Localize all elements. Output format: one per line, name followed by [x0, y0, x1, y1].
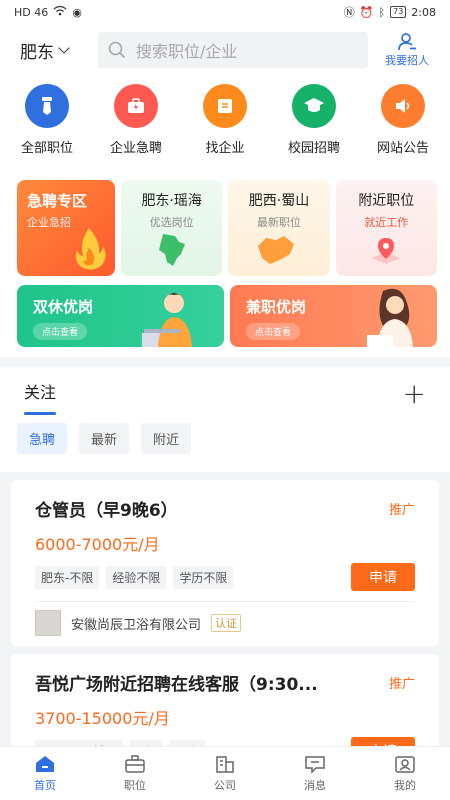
job-tag: 肥东-不限 [35, 565, 100, 589]
speaker-icon [381, 84, 425, 128]
network-indicator: HD 46 [14, 5, 49, 19]
person-add-icon [398, 33, 416, 51]
certified-badge: 认证 [211, 614, 242, 632]
status-bar: HD 46 ◉ Ⓝ ⏰ ᛒ 73 2:08 [0, 0, 450, 24]
battery-icon: 73 [390, 6, 407, 18]
yaohai-subtitle: 优选岗位 [149, 216, 194, 229]
map-region-icon [159, 234, 185, 266]
nav-company[interactable]: 公司 [180, 747, 270, 800]
company-row[interactable]: 安徽尚辰卫浴有限公司 认证 [35, 601, 415, 636]
parttime-view-button[interactable]: 点击查看 [246, 323, 301, 340]
clock: 2:08 [411, 5, 436, 19]
nav-label: 首页 [34, 779, 56, 792]
job-salary: 6000-7000元/月 [35, 535, 160, 554]
category-label: 找企业 [205, 141, 245, 156]
briefcase-icon [114, 84, 158, 128]
graduation-cap-icon [292, 84, 336, 128]
search-placeholder: 搜索职位/企业 [136, 42, 238, 61]
shushan-card[interactable]: 肥西·蜀山 最新职位 [228, 180, 330, 276]
nav-label: 职位 [124, 779, 146, 792]
shushan-subtitle: 最新职位 [256, 216, 301, 229]
alarm-icon: ⏰ [359, 5, 374, 19]
category-find-company[interactable]: 找企业 [186, 84, 264, 174]
yaohai-title: 肥东·瑶海 [141, 193, 202, 209]
urgent-zone-title: 急聘专区 [27, 192, 88, 210]
eye-icon: ◉ [72, 5, 82, 19]
category-label: 企业急聘 [109, 141, 162, 156]
nav-jobs[interactable]: 职位 [90, 747, 180, 800]
city-selector[interactable]: 肥东 [20, 38, 98, 63]
recruit-label: 我要招人 [385, 54, 429, 67]
flame-icon [75, 228, 106, 270]
nav-profile[interactable]: 我的 [360, 747, 450, 800]
nfc-icon: Ⓝ [343, 6, 355, 19]
category-campus[interactable]: 校园招聘 [275, 84, 353, 174]
plus-icon[interactable]: + [403, 377, 426, 410]
nav-label: 消息 [304, 779, 326, 792]
person-illustration-icon [142, 293, 192, 347]
building-icon [216, 756, 234, 773]
filter-chips: 急聘 最新 附近 [0, 419, 450, 472]
book-icon [203, 84, 247, 128]
bluetooth-icon: ᛒ [378, 5, 386, 19]
tab-follow[interactable]: 关注 [24, 367, 57, 419]
apply-button[interactable]: 申请 [351, 563, 415, 591]
weekend-view-button[interactable]: 点击查看 [33, 323, 88, 340]
nav-label: 公司 [214, 779, 236, 792]
filter-nearby[interactable]: 附近 [141, 423, 192, 454]
job-salary: 3700-15000元/月 [35, 709, 170, 728]
parttime-jobs-card[interactable]: 兼职优岗 点击查看 [230, 285, 437, 347]
chevron-down-icon [58, 42, 70, 54]
weekend-jobs-card[interactable]: 双休优岗 点击查看 [17, 285, 224, 347]
woman-illustration-icon [367, 288, 413, 347]
company-logo [35, 610, 61, 636]
nearby-card[interactable]: 附近职位 就近工作 [335, 180, 437, 276]
category-grid: 全部职位 企业急聘 找企业 校园招聘 网站公告 [0, 76, 450, 174]
bottom-nav: 首页 职位 公司 消息 我的 [0, 746, 450, 800]
briefcase-icon [125, 755, 145, 773]
promoted-badge: 推广 [388, 503, 415, 518]
tie-icon [25, 84, 69, 128]
job-card[interactable]: 仓管员（早9晚6） 推广 6000-7000元/月 肥东-不限 经验不限 学历不… [11, 480, 439, 646]
job-list: 仓管员（早9晚6） 推广 6000-7000元/月 肥东-不限 经验不限 学历不… [0, 480, 450, 775]
wifi-icon [53, 5, 67, 19]
job-tag: 学历不限 [173, 565, 234, 589]
promo-banners: 急聘专区 企业急招 肥东·瑶海 优选岗位 肥西·蜀山 最新职位 附近职位 就近工… [0, 174, 450, 347]
recruit-button[interactable]: 我要招人 [374, 32, 440, 68]
promoted-badge: 推广 [388, 677, 415, 692]
home-icon [36, 756, 54, 772]
category-label: 校园招聘 [287, 141, 340, 156]
filter-latest[interactable]: 最新 [79, 423, 130, 454]
nearby-title: 附近职位 [358, 193, 415, 209]
job-tag: 经验不限 [106, 565, 167, 589]
city-label: 肥东 [20, 42, 54, 63]
feed-tabs: 关注 + [0, 367, 450, 419]
category-label: 全部职位 [20, 141, 73, 156]
map-region-icon [258, 236, 295, 264]
category-urgent[interactable]: 企业急聘 [97, 84, 175, 174]
category-announcement[interactable]: 网站公告 [364, 84, 442, 174]
category-label: 网站公告 [376, 141, 429, 156]
location-pin-icon [371, 238, 400, 264]
filter-urgent[interactable]: 急聘 [17, 423, 68, 454]
nearby-subtitle: 就近工作 [364, 216, 409, 229]
message-icon [305, 756, 325, 774]
job-title: 仓管员（早9晚6） [35, 501, 178, 521]
nav-home[interactable]: 首页 [0, 747, 90, 800]
company-name: 安徽尚辰卫浴有限公司 [71, 617, 202, 633]
top-header: 肥东 搜索职位/企业 我要招人 [0, 24, 450, 76]
shushan-title: 肥西·蜀山 [248, 193, 310, 209]
nav-messages[interactable]: 消息 [270, 747, 360, 800]
yaohai-card[interactable]: 肥东·瑶海 优选岗位 [121, 180, 223, 276]
search-icon [108, 41, 126, 59]
category-all-jobs[interactable]: 全部职位 [8, 84, 86, 174]
search-input[interactable]: 搜索职位/企业 [98, 32, 368, 68]
urgent-zone-card[interactable]: 急聘专区 企业急招 [17, 180, 115, 276]
nav-label: 我的 [394, 779, 416, 792]
job-title: 吾悦广场附近招聘在线客服（9:30... [35, 675, 318, 695]
profile-card-icon [395, 756, 415, 773]
